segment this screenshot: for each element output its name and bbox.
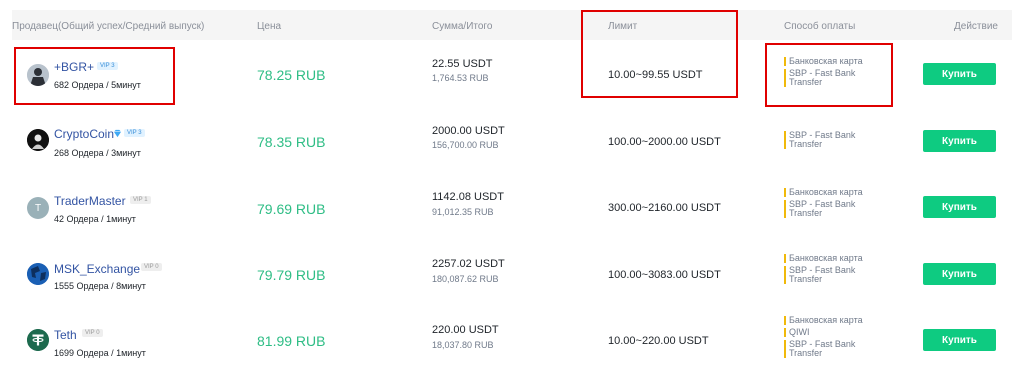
- avatar[interactable]: [27, 329, 49, 351]
- header-action: Действие: [954, 21, 998, 32]
- highlight-box-seller: [14, 47, 175, 105]
- buy-button[interactable]: Купить: [923, 196, 996, 218]
- payment-method: SBP - Fast Bank Transfer: [784, 340, 894, 358]
- payment-method: QIWI: [784, 328, 894, 337]
- payment-method-line: Transfer: [789, 348, 823, 358]
- avatar[interactable]: [27, 263, 49, 285]
- vip-badge: VIP 1: [130, 196, 151, 204]
- amount: 1142.08 USDT: [432, 191, 504, 203]
- payment-method: SBP - Fast Bank Transfer: [784, 200, 894, 218]
- amount: 220.00 USDT: [432, 324, 499, 336]
- total: 91,012.35 RUB: [432, 207, 494, 217]
- tether-logo-icon: [27, 329, 49, 351]
- header-price: Цена: [257, 21, 282, 32]
- seller-name[interactable]: CryptoCoin: [54, 127, 114, 141]
- table-row: MSK_Exchange VIP 0 1555 Ордера / 8минут …: [12, 238, 1012, 304]
- seller-name[interactable]: MSK_Exchange: [54, 262, 140, 276]
- avatar-initial: T: [34, 202, 42, 214]
- limit: 100.00~3083.00 USDT: [608, 269, 721, 281]
- price: 79.69 RUB: [257, 201, 326, 217]
- buy-button[interactable]: Купить: [923, 130, 996, 152]
- price: 78.35 RUB: [257, 134, 326, 150]
- buy-button[interactable]: Купить: [923, 329, 996, 351]
- amount: 22.55 USDT: [432, 58, 493, 70]
- diamond-icon: [113, 129, 122, 138]
- total: 156,700.00 RUB: [432, 140, 499, 150]
- payment-method: Банковская карта: [784, 254, 894, 263]
- seller-name[interactable]: Teth: [54, 328, 77, 342]
- seller-name[interactable]: TraderMaster: [54, 194, 126, 208]
- price: 79.79 RUB: [257, 267, 326, 283]
- total: 180,087.62 RUB: [432, 274, 499, 284]
- total: 18,037.80 RUB: [432, 340, 494, 350]
- payment-method-line: Transfer: [789, 274, 823, 284]
- payment-method: Банковская карта: [784, 316, 894, 325]
- payment-methods: Банковская карта SBP - Fast Bank Transfer: [784, 188, 894, 218]
- header-amount: Сумма/Итого: [432, 21, 493, 32]
- payment-method: Банковская карта: [784, 188, 894, 197]
- limit: 100.00~2000.00 USDT: [608, 136, 721, 148]
- table-row: CryptoCoin VIP 3 268 Ордера / 3минут 78.…: [12, 106, 1012, 172]
- seller-stats: 1555 Ордера / 8минут: [54, 281, 146, 291]
- header-seller: Продавец(Общий успех/Средний выпуск): [12, 21, 205, 32]
- seller-stats: 42 Ордера / 1минут: [54, 214, 136, 224]
- vip-badge: VIP 3: [124, 129, 145, 137]
- seller-stats: 268 Ордера / 3минут: [54, 148, 141, 158]
- user-avatar-icon: [27, 129, 49, 151]
- highlight-box-payment: [765, 43, 893, 107]
- seller-stats: 1699 Ордера / 1минут: [54, 348, 146, 358]
- payment-methods: Банковская карта QIWI SBP - Fast Bank Tra…: [784, 316, 894, 358]
- table-header: Продавец(Общий успех/Средний выпуск) Цен…: [12, 10, 1012, 40]
- highlight-box-limit: [581, 10, 738, 98]
- table-row: T TraderMaster VIP 1 42 Ордера / 1минут …: [12, 172, 1012, 238]
- header-payment: Способ оплаты: [784, 21, 856, 32]
- buy-button[interactable]: Купить: [923, 63, 996, 85]
- payment-method-line: Transfer: [789, 208, 823, 218]
- vip-badge: VIP 0: [141, 263, 162, 271]
- globe-avatar-icon: [27, 263, 49, 285]
- buy-button[interactable]: Купить: [923, 263, 996, 285]
- limit: 10.00~220.00 USDT: [608, 335, 709, 347]
- payment-method: SBP - Fast Bank Transfer: [784, 266, 894, 284]
- payment-methods: Банковская карта SBP - Fast Bank Transfer: [784, 254, 894, 284]
- payment-method: SBP - Fast Bank Transfer: [784, 131, 894, 149]
- total: 1,764.53 RUB: [432, 73, 489, 83]
- amount: 2257.02 USDT: [432, 258, 505, 270]
- limit: 300.00~2160.00 USDT: [608, 202, 721, 214]
- payment-methods: SBP - Fast Bank Transfer: [784, 131, 894, 149]
- payment-method-line: Transfer: [789, 139, 823, 149]
- price: 78.25 RUB: [257, 67, 326, 83]
- avatar[interactable]: [27, 129, 49, 151]
- price: 81.99 RUB: [257, 333, 326, 349]
- vip-badge: VIP 0: [82, 329, 103, 337]
- amount: 2000.00 USDT: [432, 125, 505, 137]
- avatar[interactable]: T: [27, 197, 49, 219]
- table-row: Teth VIP 0 1699 Ордера / 1минут 81.99 RU…: [12, 304, 1012, 370]
